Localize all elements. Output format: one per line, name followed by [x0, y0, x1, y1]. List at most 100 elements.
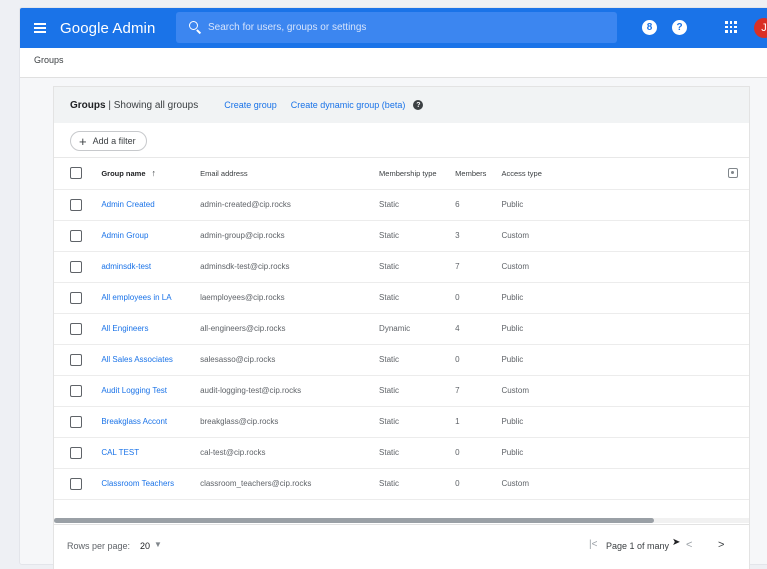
apps-icon[interactable] [725, 21, 737, 33]
column-header-members[interactable]: Members [455, 158, 502, 190]
row-select-cell [54, 220, 102, 252]
row-checkbox[interactable] [70, 229, 82, 242]
email-cell: admin-created@cip.rocks [200, 189, 380, 221]
email-cell: adminsdk-test@cip.rocks [200, 251, 380, 283]
table-row[interactable]: Classroom Teachers classroom_teachers@ci… [54, 468, 749, 500]
select-all-checkbox[interactable] [70, 167, 82, 180]
row-checkbox[interactable] [70, 477, 82, 490]
access-type-cell: Public [501, 282, 728, 314]
membership-type-cell: Dynamic [379, 313, 456, 345]
previous-page-icon[interactable]: < [686, 539, 692, 551]
members-cell: 0 [455, 282, 502, 314]
members-cell: 0 [455, 468, 502, 500]
column-header-membership-type[interactable]: Membership type [379, 158, 456, 190]
table-row[interactable]: Admin Group admin-group@cip.rocks Static… [54, 220, 749, 252]
members-cell: 4 [455, 313, 502, 345]
row-checkbox[interactable] [70, 198, 82, 211]
rows-per-page-select[interactable]: 20 [140, 541, 150, 551]
access-type-cell: Public [501, 189, 728, 221]
card-header: Groups | Showing all groups Create group… [54, 87, 749, 123]
search-input[interactable] [208, 22, 598, 33]
access-type-cell: Custom [501, 468, 728, 500]
members-cell: 1 [455, 406, 502, 438]
groups-card: Groups | Showing all groups Create group… [53, 86, 750, 569]
group-name-link[interactable]: Admin Created [101, 189, 201, 221]
column-header-email[interactable]: Email address [200, 158, 380, 190]
create-group-link[interactable]: Create group [224, 100, 277, 110]
row-checkbox[interactable] [70, 260, 82, 273]
access-type-cell: Custom [501, 220, 728, 252]
table-header-row: Group name ↑ Email address Membership typ… [54, 158, 749, 190]
rows-per-page-label: Rows per page: [67, 541, 131, 551]
horizontal-scrollbar-thumb[interactable] [54, 518, 654, 523]
breadcrumb[interactable]: Groups [34, 55, 64, 65]
membership-type-cell: Static [379, 220, 456, 252]
email-cell: audit-logging-test@cip.rocks [200, 375, 380, 407]
first-page-icon[interactable]: |< [589, 539, 597, 550]
create-dynamic-group-link[interactable]: Create dynamic group (beta) [291, 100, 406, 110]
membership-type-cell: Static [379, 282, 456, 314]
membership-type-cell: Static [379, 344, 456, 376]
row-spacer [727, 313, 749, 345]
email-cell: all-engineers@cip.rocks [200, 313, 380, 345]
row-checkbox[interactable] [70, 291, 82, 304]
sort-arrow-icon[interactable]: ↑ [152, 168, 157, 178]
row-spacer [727, 375, 749, 407]
table-row[interactable]: CAL TEST cal-test@cip.rocks Static 0 Pub… [54, 437, 749, 469]
row-select-cell [54, 437, 102, 469]
row-checkbox[interactable] [70, 353, 82, 366]
row-checkbox[interactable] [70, 384, 82, 397]
help-icon[interactable]: ? [413, 100, 424, 110]
next-page-icon[interactable]: > [718, 539, 724, 551]
group-name-link[interactable]: adminsdk-test [101, 251, 201, 283]
group-name-link[interactable]: All Engineers [101, 313, 201, 345]
table-row[interactable]: All employees in LA laemployees@cip.rock… [54, 282, 749, 314]
column-header-group-name[interactable]: Group name ↑ [101, 158, 201, 190]
table-row[interactable]: Breakglass Accont breakglass@cip.rocks S… [54, 406, 749, 438]
row-select-cell [54, 468, 102, 500]
group-name-link[interactable]: Breakglass Accont [101, 406, 201, 438]
plus-icon: + [79, 133, 87, 149]
table-row[interactable]: Admin Created admin-created@cip.rocks St… [54, 189, 749, 221]
add-filter-button[interactable]: + Add a filter [70, 131, 147, 151]
table-row[interactable]: All Sales Associates salesasso@cip.rocks… [54, 344, 749, 376]
row-select-cell [54, 313, 102, 345]
help-icon[interactable]: ? [672, 20, 687, 35]
group-name-link[interactable]: Admin Group [101, 220, 201, 252]
group-name-link[interactable]: CAL TEST [101, 437, 201, 469]
column-header-access-type[interactable]: Access type [501, 158, 728, 190]
email-cell: classroom_teachers@cip.rocks [200, 468, 380, 500]
email-cell: admin-group@cip.rocks [200, 220, 380, 252]
app-title[interactable]: Google Admin [60, 20, 178, 37]
members-cell: 0 [455, 437, 502, 469]
group-name-link[interactable]: All employees in LA [101, 282, 201, 314]
column-settings-icon[interactable] [727, 168, 738, 179]
group-name-link[interactable]: All Sales Associates [101, 344, 201, 376]
menu-icon[interactable] [20, 8, 60, 48]
chevron-down-icon[interactable]: ▼ [154, 540, 162, 549]
access-type-cell: Public [501, 406, 728, 438]
row-checkbox[interactable] [70, 446, 82, 459]
row-checkbox[interactable] [70, 322, 82, 335]
membership-type-cell: Static [379, 437, 456, 469]
badge-icon[interactable]: 8 [642, 20, 657, 35]
add-filter-label: Add a filter [92, 136, 136, 146]
row-spacer [727, 437, 749, 469]
search-bar[interactable] [176, 12, 617, 43]
avatar[interactable]: J [754, 18, 767, 38]
membership-type-cell: Static [379, 468, 456, 500]
column-settings-cell [727, 158, 749, 190]
row-spacer [727, 344, 749, 376]
members-cell: 3 [455, 220, 502, 252]
row-select-cell [54, 406, 102, 438]
group-name-link[interactable]: Audit Logging Test [101, 375, 201, 407]
breadcrumb-bar: Groups [20, 48, 767, 78]
table-row[interactable]: Audit Logging Test audit-logging-test@ci… [54, 375, 749, 407]
table-row[interactable]: All Engineers all-engineers@cip.rocks Dy… [54, 313, 749, 345]
email-cell: cal-test@cip.rocks [200, 437, 380, 469]
group-name-link[interactable]: Classroom Teachers [101, 468, 201, 500]
row-checkbox[interactable] [70, 415, 82, 428]
table-row[interactable]: adminsdk-test adminsdk-test@cip.rocks St… [54, 251, 749, 283]
row-spacer [727, 468, 749, 500]
search-icon[interactable] [176, 12, 208, 43]
